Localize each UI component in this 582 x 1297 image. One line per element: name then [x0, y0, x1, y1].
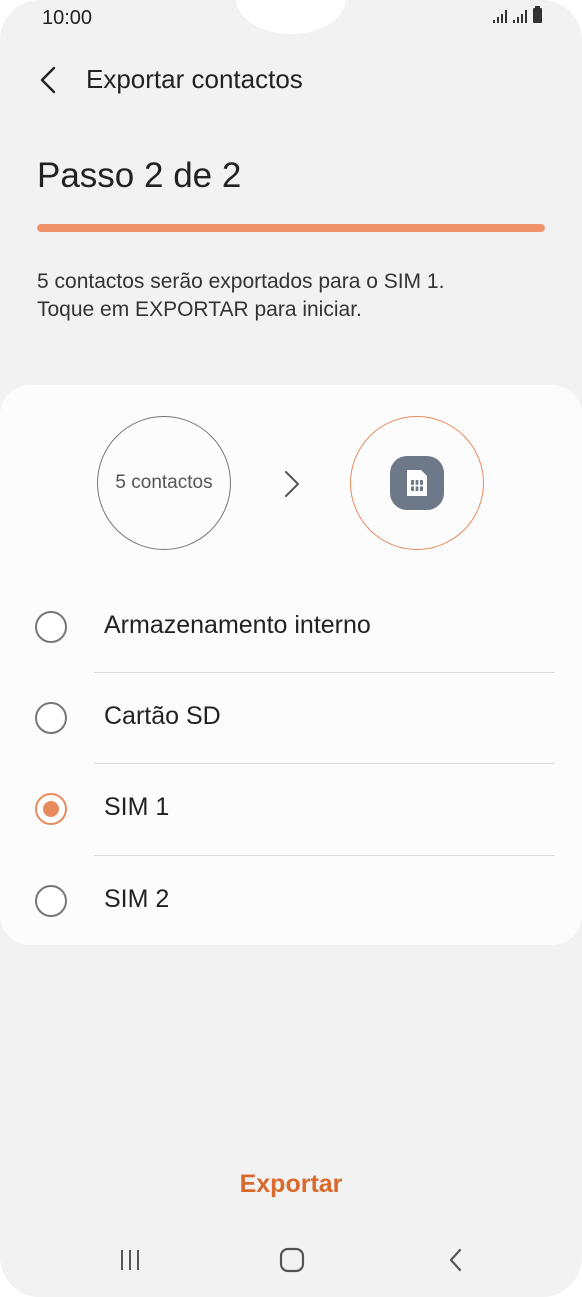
export-description: 5 contactos serão exportados para o SIM … [37, 268, 547, 324]
radio-sd-card[interactable] [35, 702, 67, 734]
option-label: SIM 2 [104, 885, 170, 913]
app-header: Exportar contactos [0, 50, 582, 110]
option-sim-1[interactable]: SIM 1 [0, 765, 582, 855]
export-button[interactable]: Exportar [190, 1160, 392, 1208]
sim-card-icon [390, 456, 444, 510]
divider [94, 855, 555, 856]
back-icon [449, 1248, 462, 1272]
step-progress-bar [37, 224, 545, 232]
divider [94, 672, 555, 673]
signal-icon-2 [513, 9, 527, 23]
recent-apps-button[interactable] [110, 1243, 150, 1277]
step-progress-fill [37, 224, 545, 232]
option-sd-card[interactable]: Cartão SD [0, 674, 582, 764]
divider [94, 763, 555, 764]
page-title: Exportar contactos [86, 64, 303, 94]
home-button[interactable] [272, 1243, 312, 1277]
sim-chip-glyph [407, 470, 427, 496]
recent-apps-icon [121, 1250, 139, 1270]
option-label: Cartão SD [104, 702, 221, 730]
option-sim-2[interactable]: SIM 2 [0, 857, 582, 947]
option-label: SIM 1 [104, 793, 170, 821]
option-label: Armazenamento interno [104, 611, 371, 639]
source-contacts-circle: 5 contactos [97, 416, 231, 550]
radio-internal-storage[interactable] [35, 611, 67, 643]
status-icons [493, 6, 542, 23]
battery-icon [533, 6, 542, 23]
nav-back-button[interactable] [436, 1243, 476, 1277]
step-title: Passo 2 de 2 [37, 156, 242, 195]
back-button[interactable] [28, 60, 68, 100]
signal-icon [493, 9, 507, 23]
chevron-left-icon [40, 66, 56, 94]
export-target-card: 5 contactos Armazenamento interno Cartão… [0, 385, 582, 945]
chevron-right-icon [285, 471, 299, 497]
description-line-2: Toque em EXPORTAR para iniciar. [37, 298, 362, 321]
target-sim-circle [350, 416, 484, 550]
phone-screen: 10:00 Exportar contactos Passo 2 de 2 5 … [0, 0, 582, 1297]
radio-sim-1-selected[interactable] [35, 793, 67, 825]
home-icon [279, 1247, 305, 1273]
source-contacts-label: 5 contactos [115, 472, 213, 493]
camera-notch [236, 0, 346, 34]
status-time: 10:00 [42, 7, 93, 29]
radio-sim-2[interactable] [35, 885, 67, 917]
system-navigation-bar [0, 1235, 582, 1285]
option-internal-storage[interactable]: Armazenamento interno [0, 583, 582, 673]
description-line-1: 5 contactos serão exportados para o SIM … [37, 270, 445, 293]
